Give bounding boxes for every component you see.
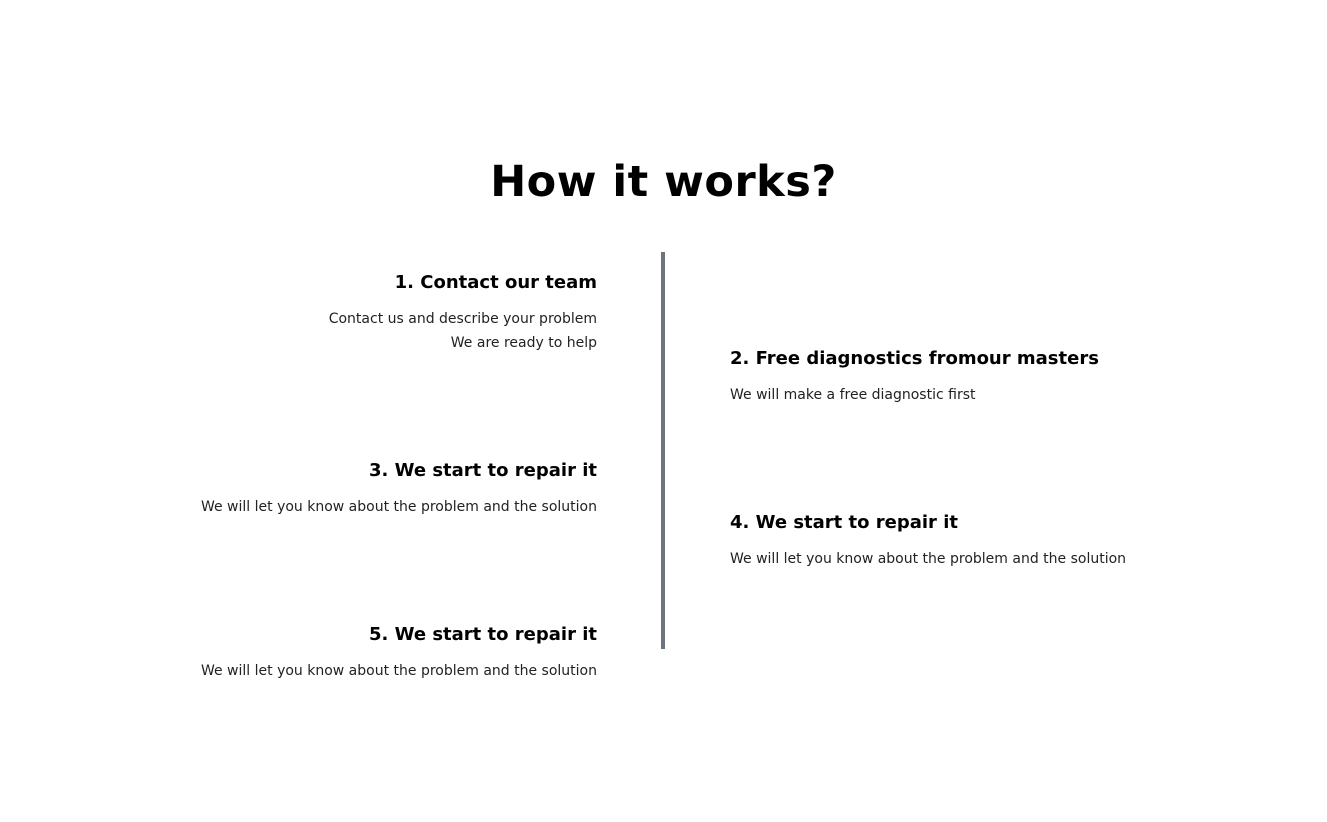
step-3: 3. We start to repair it We will let you… xyxy=(167,458,597,519)
step-title: 1. Contact our team xyxy=(394,272,597,293)
step-description-line: We will make a free diagnostic first xyxy=(730,387,976,403)
step-description-line: We are ready to help xyxy=(450,335,597,351)
step-description-line: We will let you know about the problem a… xyxy=(200,499,597,515)
step-title: 5. We start to repair it xyxy=(369,624,597,645)
step-title: 4. We start to repair it xyxy=(730,512,958,533)
step-description: We will let you know about the problem a… xyxy=(167,495,597,519)
step-description-line: We will let you know about the problem a… xyxy=(730,551,1127,567)
step-4: 4. We start to repair it We will let you… xyxy=(730,510,1160,571)
step-description: Contact us and describe your problem We a… xyxy=(167,307,597,355)
step-1: 1. Contact our team Contact us and descr… xyxy=(167,270,597,355)
step-2: 2. Free diagnostics fromour masters We w… xyxy=(730,346,1160,407)
how-it-works-section: How it works? 1. Contact our team Contac… xyxy=(0,0,1327,822)
step-description: We will let you know about the problem a… xyxy=(730,547,1160,571)
step-description-line: Contact us and describe your problem xyxy=(328,311,597,327)
timeline-divider xyxy=(661,252,665,649)
section-title: How it works? xyxy=(490,157,837,207)
step-description: We will make a free diagnostic first xyxy=(730,383,1160,407)
step-title: 3. We start to repair it xyxy=(369,460,597,481)
step-title: 2. Free diagnostics fromour masters xyxy=(730,348,1099,369)
step-description-line: We will let you know about the problem a… xyxy=(200,663,597,679)
step-description: We will let you know about the problem a… xyxy=(167,659,597,683)
step-5: 5. We start to repair it We will let you… xyxy=(167,622,597,683)
